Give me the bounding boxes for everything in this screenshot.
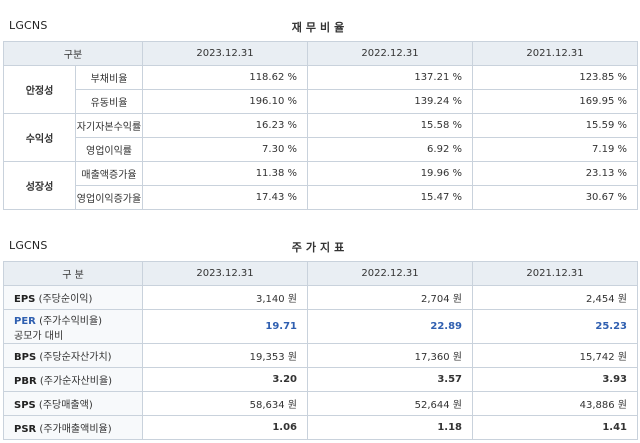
- indicator-sub: 공모가 대비: [14, 330, 64, 342]
- row-label: PER (주가수익비율) 공모가 대비: [3, 309, 143, 344]
- cell-value: 25.23: [472, 309, 638, 344]
- header-year: 2022.12.31: [307, 41, 473, 66]
- indicator-desc: (주당매출액): [38, 400, 93, 411]
- cell-value: 137.21 %: [307, 65, 473, 90]
- indicator-desc: (주가순자산비율): [39, 376, 113, 387]
- cell-value: 6.92 %: [307, 137, 473, 162]
- cell-value: 11.38 %: [142, 161, 308, 186]
- row-label: EPS (주당순이익): [3, 285, 143, 310]
- cell-value: 196.10 %: [142, 89, 308, 114]
- cell-value: 2,704 원: [307, 285, 473, 310]
- financial-ratio-table: 구분 2023.12.31 2022.12.31 2021.12.31 안정성 …: [3, 41, 638, 210]
- row-label: 영업이익증가율: [75, 185, 143, 210]
- table-header-row: 구 분 2023.12.31 2022.12.31 2021.12.31: [3, 261, 638, 286]
- stock-indicator-section: LGCNS 주가지표 구 분 2023.12.31 2022.12.31 202…: [0, 236, 640, 440]
- indicator-desc: (주당순자산가치): [39, 352, 112, 363]
- table-row: PER (주가수익비율) 공모가 대비 19.71 22.89 25.23: [3, 309, 638, 344]
- header-label: 구 분: [3, 261, 143, 286]
- group-label: 성장성: [3, 161, 76, 210]
- row-label: SPS (주당매출액): [3, 391, 143, 416]
- indicator-abbr: BPS: [14, 352, 37, 363]
- cell-value: 58,634 원: [142, 391, 308, 416]
- cell-value: 15.47 %: [307, 185, 473, 210]
- cell-value: 15.59 %: [472, 113, 638, 138]
- table-row: BPS (주당순자산가치) 19,353 원 17,360 원 15,742 원: [3, 343, 638, 368]
- cell-value: 7.19 %: [472, 137, 638, 162]
- cell-value: 16.23 %: [142, 113, 308, 138]
- row-label: PBR (주가순자산비율): [3, 367, 143, 392]
- cell-value: 22.89: [307, 309, 473, 344]
- cell-value: 1.18: [307, 415, 473, 440]
- cell-value: 2,454 원: [472, 285, 638, 310]
- cell-value: 1.06: [142, 415, 308, 440]
- indicator-abbr: EPS: [14, 294, 36, 305]
- table-row: 영업이익증가율 17.43 % 15.47 % 30.67 %: [4, 185, 638, 210]
- cell-value: 3,140 원: [142, 285, 308, 310]
- cell-value: 17,360 원: [307, 343, 473, 368]
- header-year: 2021.12.31: [472, 261, 638, 286]
- cell-value: 52,644 원: [307, 391, 473, 416]
- cell-value: 7.30 %: [142, 137, 308, 162]
- indicator-abbr: PER: [14, 315, 36, 327]
- row-label: BPS (주당순자산가치): [3, 343, 143, 368]
- table-row: 유동비율 196.10 % 139.24 % 169.95 %: [4, 89, 638, 114]
- header-year: 2021.12.31: [472, 41, 638, 66]
- header-label: 구분: [3, 41, 143, 66]
- table-row: 영업이익률 7.30 % 6.92 % 7.19 %: [4, 137, 638, 162]
- row-label: 영업이익률: [75, 137, 143, 162]
- cell-value: 3.93: [472, 367, 638, 392]
- indicator-abbr: SPS: [14, 400, 36, 411]
- header-year: 2023.12.31: [142, 41, 308, 66]
- cell-value: 123.85 %: [472, 65, 638, 90]
- cell-value: 3.57: [307, 367, 473, 392]
- cell-value: 17.43 %: [142, 185, 308, 210]
- financial-title-bar: LGCNS 재무비율: [0, 16, 640, 36]
- stock-indicator-table: 구 분 2023.12.31 2022.12.31 2021.12.31 EPS…: [3, 261, 638, 440]
- cell-value: 15.58 %: [307, 113, 473, 138]
- indicator-desc: (주당순이익): [38, 294, 93, 305]
- row-label: 매출액증가율: [75, 161, 143, 186]
- stock-title-bar: LGCNS 주가지표: [0, 236, 640, 256]
- group-label: 수익성: [3, 113, 76, 162]
- cell-value: 19.96 %: [307, 161, 473, 186]
- financial-ratio-section: LGCNS 재무비율 구분 2023.12.31 2022.12.31 2021…: [0, 16, 640, 210]
- table-header-row: 구분 2023.12.31 2022.12.31 2021.12.31: [3, 41, 638, 66]
- table-row: SPS (주당매출액) 58,634 원 52,644 원 43,886 원: [3, 391, 638, 416]
- row-label: 유동비율: [75, 89, 143, 114]
- table-row: PSR (주가매출액비율) 1.06 1.18 1.41: [3, 415, 638, 440]
- cell-value: 118.62 %: [142, 65, 308, 90]
- section-title: 재무비율: [291, 21, 349, 34]
- cell-value: 15,742 원: [472, 343, 638, 368]
- section-title: 주가지표: [291, 241, 349, 254]
- row-label: 자기자본수익률: [75, 113, 143, 138]
- header-year: 2022.12.31: [307, 261, 473, 286]
- cell-value: 30.67 %: [472, 185, 638, 210]
- cell-value: 19,353 원: [142, 343, 308, 368]
- cell-value: 19.71: [142, 309, 308, 344]
- table-row: 성장성 매출액증가율 11.38 % 19.96 % 23.13 %: [3, 161, 638, 210]
- table-row: EPS (주당순이익) 3,140 원 2,704 원 2,454 원: [3, 285, 638, 310]
- header-year: 2023.12.31: [142, 261, 308, 286]
- cell-value: 43,886 원: [472, 391, 638, 416]
- indicator-abbr: PSR: [14, 424, 37, 435]
- cell-value: 139.24 %: [307, 89, 473, 114]
- table-row: 안정성 부채비율 118.62 % 137.21 % 123.85 %: [3, 65, 638, 114]
- group-label: 안정성: [3, 65, 76, 114]
- cell-value: 169.95 %: [472, 89, 638, 114]
- indicator-desc: (주가매출액비율): [39, 424, 112, 435]
- row-label: PSR (주가매출액비율): [3, 415, 143, 440]
- table-row: PBR (주가순자산비율) 3.20 3.57 3.93: [3, 367, 638, 392]
- table-row: 수익성 자기자본수익률 16.23 % 15.58 % 15.59 %: [3, 113, 638, 162]
- indicator-abbr: PBR: [14, 376, 37, 387]
- row-label: 부채비율: [75, 65, 143, 90]
- indicator-desc: (주가수익비율): [39, 315, 103, 327]
- cell-value: 3.20: [142, 367, 308, 392]
- cell-value: 1.41: [472, 415, 638, 440]
- cell-value: 23.13 %: [472, 161, 638, 186]
